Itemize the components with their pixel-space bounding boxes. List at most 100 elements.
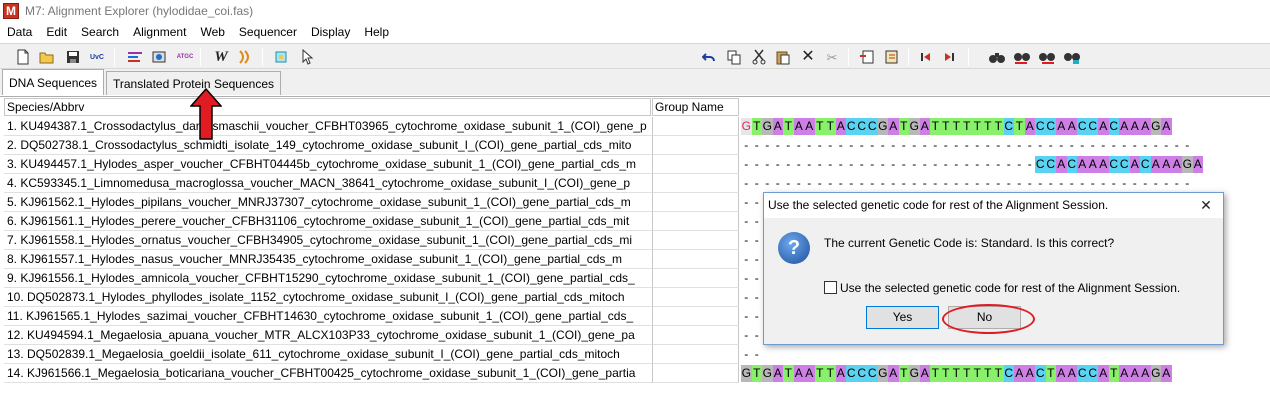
- nucleotide-base[interactable]: T: [930, 118, 941, 135]
- gap-base[interactable]: -: [983, 137, 994, 154]
- gap-base[interactable]: -: [794, 137, 805, 154]
- gap-base[interactable]: -: [1088, 175, 1099, 192]
- nucleotide-base[interactable]: C: [1035, 118, 1046, 135]
- nucleotide-base[interactable]: C: [846, 365, 857, 382]
- menu-data[interactable]: Data: [0, 25, 39, 39]
- menu-alignment[interactable]: Alignment: [126, 25, 193, 39]
- gap-base[interactable]: -: [878, 175, 889, 192]
- nucleotide-base[interactable]: C: [1087, 118, 1098, 135]
- gap-base[interactable]: -: [783, 137, 794, 154]
- species-name-cell[interactable]: 3. KU494457.1_Hylodes_asper_voucher_CFBH…: [4, 155, 652, 174]
- nucleotide-base[interactable]: A: [1161, 156, 1172, 173]
- nucleotide-base[interactable]: A: [793, 365, 804, 382]
- nucleotide-base[interactable]: A: [1056, 118, 1067, 135]
- group-name-cell[interactable]: [652, 136, 739, 155]
- atgc-icon[interactable]: ATGC: [176, 48, 194, 66]
- gap-base[interactable]: -: [899, 175, 910, 192]
- nucleotide-base[interactable]: A: [888, 118, 899, 135]
- gap-base[interactable]: -: [815, 175, 826, 192]
- nucleotide-base[interactable]: A: [1161, 365, 1172, 382]
- w-icon[interactable]: W: [212, 48, 230, 66]
- gap-base[interactable]: -: [794, 156, 805, 173]
- move-left-icon[interactable]: [917, 48, 935, 66]
- group-name-cell[interactable]: [652, 326, 739, 345]
- species-name-cell[interactable]: 9. KJ961556.1_Hylodes_amnicola_voucher_C…: [4, 269, 652, 288]
- new-file-icon[interactable]: [14, 48, 32, 66]
- gap-base[interactable]: -: [1098, 175, 1109, 192]
- nucleotide-base[interactable]: C: [1087, 365, 1098, 382]
- gap-base[interactable]: -: [930, 137, 941, 154]
- gap-base[interactable]: -: [930, 175, 941, 192]
- gap-base[interactable]: -: [752, 308, 763, 325]
- nucleotide-base[interactable]: A: [1192, 156, 1203, 173]
- menu-display[interactable]: Display: [304, 25, 357, 39]
- table-row[interactable]: 4. KC593345.1_Limnomedusa_macroglossa_vo…: [4, 174, 1270, 193]
- gap-base[interactable]: -: [741, 213, 752, 230]
- gap-base[interactable]: -: [888, 137, 899, 154]
- nucleotide-base[interactable]: A: [1014, 365, 1025, 382]
- group-name-cell[interactable]: [652, 212, 739, 231]
- species-name-cell[interactable]: 2. DQ502738.1_Crossodactylus_schmidti_is…: [4, 136, 652, 155]
- nucleotide-base[interactable]: C: [1108, 118, 1119, 135]
- nucleotide-base[interactable]: T: [951, 365, 962, 382]
- gap-base[interactable]: -: [741, 251, 752, 268]
- gap-base[interactable]: -: [857, 156, 868, 173]
- gap-base[interactable]: -: [909, 137, 920, 154]
- gap-base[interactable]: -: [1025, 156, 1036, 173]
- nucleotide-base[interactable]: T: [814, 118, 825, 135]
- nucleotide-base[interactable]: A: [1077, 156, 1088, 173]
- gap-base[interactable]: -: [1067, 175, 1078, 192]
- group-name-cell[interactable]: [652, 345, 739, 364]
- nucleotide-base[interactable]: A: [1087, 156, 1098, 173]
- muscle-icon[interactable]: [236, 48, 254, 66]
- nucleotide-base[interactable]: T: [825, 365, 836, 382]
- gap-base[interactable]: -: [909, 175, 920, 192]
- menu-sequencer[interactable]: Sequencer: [232, 25, 304, 39]
- gap-base[interactable]: -: [1161, 175, 1172, 192]
- gap-base[interactable]: -: [1046, 175, 1057, 192]
- nucleotide-base[interactable]: A: [772, 118, 783, 135]
- gap-base[interactable]: -: [752, 346, 763, 363]
- gap-base[interactable]: -: [1182, 175, 1193, 192]
- nucleotide-base[interactable]: C: [856, 118, 867, 135]
- gap-base[interactable]: -: [741, 327, 752, 344]
- species-name-cell[interactable]: 7. KJ961558.1_Hylodes_ornatus_voucher_CF…: [4, 231, 652, 250]
- gap-base[interactable]: -: [846, 137, 857, 154]
- gap-base[interactable]: -: [888, 156, 899, 173]
- gap-base[interactable]: -: [825, 156, 836, 173]
- sequence-cell[interactable]: ----------------------------------------…: [741, 175, 1270, 192]
- gap-base[interactable]: -: [752, 175, 763, 192]
- gap-base[interactable]: -: [1025, 175, 1036, 192]
- nucleotide-base[interactable]: C: [1140, 156, 1151, 173]
- save-icon[interactable]: [64, 48, 82, 66]
- group-name-cell[interactable]: [652, 193, 739, 212]
- nucleotide-base[interactable]: T: [898, 365, 909, 382]
- gap-base[interactable]: -: [836, 156, 847, 173]
- delete-icon[interactable]: ✕: [799, 48, 817, 66]
- gap-base[interactable]: -: [752, 194, 763, 211]
- gap-base[interactable]: -: [1014, 175, 1025, 192]
- find-motif-icon[interactable]: [1063, 48, 1081, 66]
- nucleotide-base[interactable]: G: [1182, 156, 1193, 173]
- nucleotide-base[interactable]: C: [1119, 156, 1130, 173]
- gap-base[interactable]: -: [741, 270, 752, 287]
- table-row[interactable]: 14. KJ961566.1_Megaelosia_boticariana_vo…: [4, 364, 1270, 383]
- gap-base[interactable]: -: [1119, 137, 1130, 154]
- nucleotide-base[interactable]: T: [972, 365, 983, 382]
- species-name-cell[interactable]: 10. DQ502873.1_Hylodes_phyllodes_isolate…: [4, 288, 652, 307]
- nucleotide-base[interactable]: T: [751, 365, 762, 382]
- gap-base[interactable]: -: [783, 175, 794, 192]
- gap-base[interactable]: -: [1172, 137, 1183, 154]
- gap-base[interactable]: -: [899, 137, 910, 154]
- gap-base[interactable]: -: [815, 137, 826, 154]
- gap-base[interactable]: -: [1077, 175, 1088, 192]
- gap-base[interactable]: -: [972, 175, 983, 192]
- menu-search[interactable]: Search: [74, 25, 126, 39]
- nucleotide-base[interactable]: G: [909, 365, 920, 382]
- nucleotide-base[interactable]: C: [1066, 156, 1077, 173]
- nucleotide-base[interactable]: A: [919, 118, 930, 135]
- nucleotide-base[interactable]: T: [783, 118, 794, 135]
- nucleotide-base[interactable]: G: [762, 118, 773, 135]
- nucleotide-base[interactable]: A: [1129, 365, 1140, 382]
- scissors-gray-icon[interactable]: ✂: [823, 48, 841, 66]
